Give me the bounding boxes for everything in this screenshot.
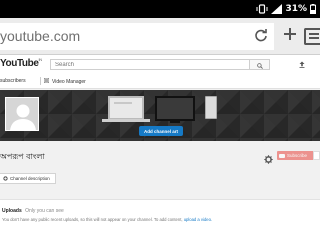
youtube-play-icon bbox=[279, 153, 285, 158]
status-bar: 31% bbox=[0, 0, 320, 18]
url-text[interactable]: youtube.com bbox=[0, 28, 80, 44]
subscribers-link[interactable]: subscribers bbox=[0, 78, 26, 84]
video-manager-link[interactable]: Video Manager bbox=[43, 77, 86, 85]
channel-avatar[interactable] bbox=[5, 97, 39, 131]
channel-subnav: subscribers Video Manager bbox=[0, 73, 320, 89]
browser-toolbar: youtube.com bbox=[0, 18, 320, 55]
account-button[interactable] bbox=[297, 59, 307, 69]
channel-description-label: Channel description bbox=[10, 176, 50, 181]
subnav-divider bbox=[40, 77, 41, 85]
uploads-visibility: Only you can see bbox=[25, 208, 64, 214]
uploads-empty-message: You don't have any public recent uploads… bbox=[2, 217, 212, 222]
phone-illustration bbox=[205, 96, 217, 119]
battery-level: 31% bbox=[285, 4, 307, 14]
uploads-message-text: You don't have any public recent uploads… bbox=[2, 217, 184, 222]
status-icons: 31% bbox=[256, 3, 316, 15]
search-box bbox=[50, 59, 250, 70]
tabs-icon[interactable] bbox=[304, 28, 320, 45]
laptop-illustration bbox=[108, 96, 144, 120]
default-avatar-icon bbox=[6, 98, 38, 130]
signal-icon bbox=[271, 4, 283, 14]
video-manager-icon bbox=[43, 77, 50, 85]
uploads-header: Uploads Only you can see bbox=[2, 208, 64, 214]
search-button[interactable] bbox=[250, 59, 270, 70]
upload-video-link[interactable]: upload a video. bbox=[184, 217, 212, 222]
search-icon bbox=[256, 56, 263, 74]
vibrate-icon bbox=[256, 4, 268, 14]
uploads-title[interactable]: Uploads bbox=[2, 208, 22, 214]
video-manager-label: Video Manager bbox=[52, 78, 86, 85]
gear-icon[interactable] bbox=[264, 151, 273, 169]
battery-icon bbox=[310, 4, 316, 14]
channel-description-button[interactable]: Channel description bbox=[0, 173, 56, 184]
youtube-logo[interactable]: YouTubeIN bbox=[0, 57, 43, 69]
add-channel-art-button[interactable]: Add channel art bbox=[139, 126, 183, 136]
new-tab-icon[interactable] bbox=[283, 27, 297, 46]
upload-icon bbox=[299, 55, 305, 73]
uploads-section: Uploads Only you can see You don't have … bbox=[0, 199, 320, 240]
search-input[interactable] bbox=[51, 60, 249, 69]
tv-illustration bbox=[155, 96, 195, 121]
subscribe-label: Subscribe bbox=[287, 153, 308, 158]
youtube-header: YouTubeIN bbox=[0, 55, 320, 73]
address-bar[interactable]: youtube.com bbox=[0, 23, 274, 50]
plus-icon bbox=[3, 175, 8, 182]
logo-country: IN bbox=[38, 57, 43, 62]
tv-stand-illustration bbox=[170, 121, 180, 123]
channel-title: অপরূপ বাংলা bbox=[0, 152, 45, 161]
laptop-base-illustration bbox=[102, 119, 150, 122]
logo-text: YouTube bbox=[0, 58, 39, 69]
subscribe-button[interactable]: Subscribe bbox=[277, 151, 314, 160]
reload-icon[interactable] bbox=[254, 28, 268, 47]
subscriber-count-box bbox=[313, 151, 320, 160]
